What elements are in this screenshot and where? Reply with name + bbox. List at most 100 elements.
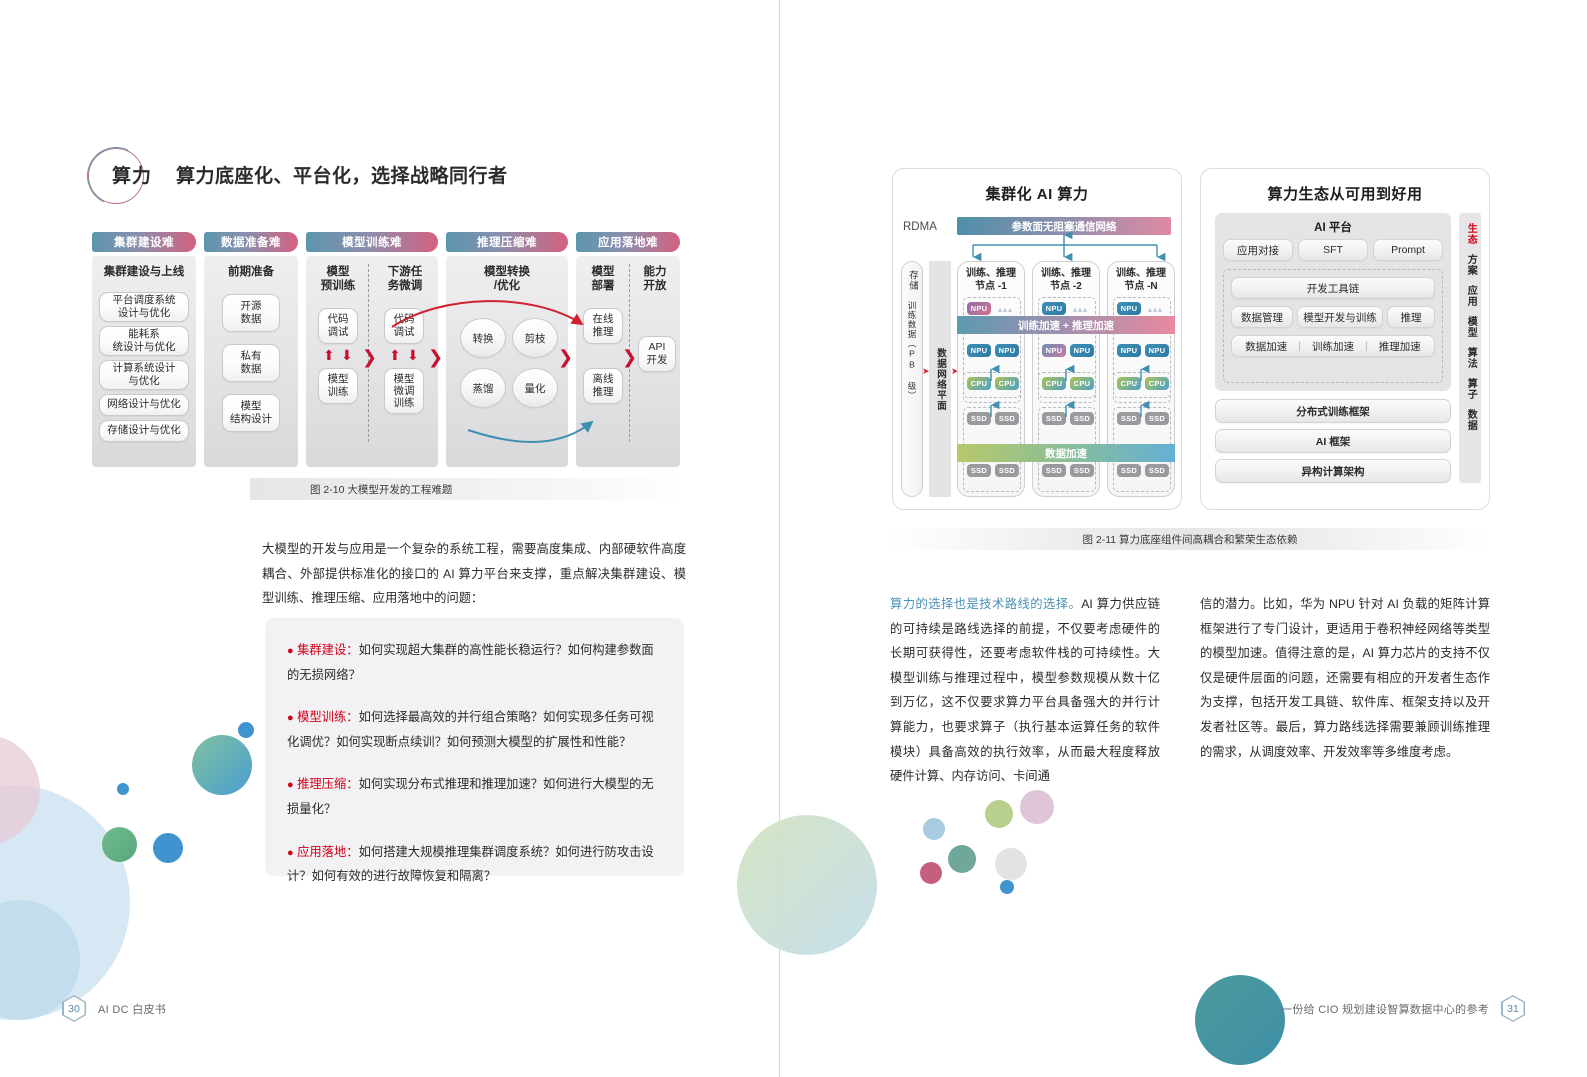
accel-item: 推理加速 [1378, 340, 1421, 353]
column-body: 模型 部署 在线 推理 离线 推理 ❯ 能力 开放 API 开发 [576, 256, 680, 467]
ellipsis-icon: ▴▴▴ [998, 305, 1014, 314]
npu-chip: NPU [995, 344, 1019, 357]
stack-block[interactable]: 分布式训练框架 [1215, 399, 1451, 423]
group-title: 能力 开放 [643, 266, 667, 293]
page-footer-right: 一份给 CIO 规划建设智算数据中心的参考 31 [1281, 995, 1525, 1022]
node-title: 训练、推理 节点 -N [1116, 268, 1166, 292]
training-data-label: 训练数据（PB 级） [907, 301, 917, 401]
npu-chip: NPU [1042, 344, 1066, 357]
list-item: ● 推理压缩：如何实现分布式推理和推理加速？如何进行大模型的无损量化？ [287, 772, 660, 821]
footer-text: AI DC 白皮书 [98, 1003, 167, 1016]
page-number: 31 [1502, 996, 1524, 1021]
group-title: 下游任 务微调 [387, 266, 423, 293]
chapter-header: 算力 算力底座化、平台化，选择战略同行者 [88, 148, 708, 204]
body-paragraph: 大模型的开发与应用是一个复杂的系统工程，需要高度集成、内部硬软件高度耦合、外部提… [262, 542, 686, 606]
chapter-tag: 算力 [112, 166, 153, 187]
stack-block[interactable]: 异构计算架构 [1215, 459, 1451, 483]
figure-item: 转换 [460, 318, 506, 358]
list-item: ● 模型训练：如何选择最高效的并行组合策略？如何实现多任务可视化调优？如何实现断… [287, 705, 660, 754]
ssd-chip: SSD [1117, 412, 1141, 425]
npu-chip: NPU [1042, 302, 1066, 315]
toolchain-item[interactable]: 数据管理 [1231, 306, 1293, 328]
figure-column-inference: 推理压缩难 模型转换/优化 转换 剪枝 蒸馏 量化 ❯ [446, 232, 573, 467]
figure-item: 存储设计与优化 [99, 420, 189, 442]
body-paragraph-left: 算力的选择也是技术路线的选择。AI 算力供应链的可持续是路线选择的前提，不仅要考… [890, 592, 1160, 789]
ellipsis-icon: ▴▴▴ [1148, 305, 1164, 314]
platform-item[interactable]: 应用对接 [1223, 239, 1293, 261]
figure-item: 代码 调试 [318, 308, 358, 344]
storage-column: 存储 训练数据（PB 级） [901, 261, 923, 497]
figure-item: 私有 数据 [222, 344, 280, 382]
npu-chip: NPU [1117, 344, 1141, 357]
stack-block[interactable]: AI 框架 [1215, 429, 1451, 453]
figure-item: 离线 推理 [583, 368, 623, 404]
ssd-chip: SSD [1070, 464, 1094, 477]
column-header: 应用落地难 [576, 232, 680, 252]
panel-title: 算力生态从可用到好用 [1267, 186, 1423, 203]
figure-column-cluster: 集群建设难 集群建设与上线 平台调度系统 设计与优化 能耗系 统设计与优化 计算系统… [92, 232, 196, 467]
ssd-chip: SSD [1117, 464, 1141, 477]
list-item: ● 应用落地：如何搭建大规模推理集群调度系统？如何进行防攻击设计？如何有效的进行… [287, 840, 660, 889]
toolchain-item[interactable]: 推理 [1387, 306, 1435, 328]
group-title: 模型 部署 [591, 266, 615, 293]
data-network-plane-label: 数据网络平面 [935, 347, 946, 411]
npu-chip: NPU [1070, 344, 1094, 357]
cpu-chip: CPU [967, 377, 991, 390]
figure-item: 网络设计与优化 [99, 394, 189, 416]
panel-cluster-ai-compute: 集群化 AI 算力 RDMA 参数面无阻塞通信网络 存储 训练数据（PB 级） … [892, 168, 1182, 510]
ssd-chip: SSD [995, 464, 1019, 477]
figure-column-data: 数据准备难 前期准备 开源 数据 私有 数据 模型 结构设计 [204, 232, 298, 467]
eco-item-data: 数据 [1465, 409, 1477, 431]
arrow-down-icon: ⬇ [407, 347, 419, 363]
column-header: 模型训练难 [306, 232, 438, 252]
figure-caption: 图 2-11 算力底座组件间高耦合和繁荣生态依赖 [890, 528, 1490, 550]
figure-item: 代码 调试 [384, 308, 424, 344]
question-key: 应用落地 [297, 844, 347, 859]
cpu-chip: CPU [1145, 377, 1169, 390]
data-accel-bar: 数据加速 [957, 444, 1175, 462]
storage-label: 存储 [907, 270, 918, 291]
column-header: 推理压缩难 [446, 232, 568, 252]
data-network-plane: 数据网络平面 [929, 261, 951, 497]
npu-chip: NPU [967, 302, 991, 315]
cpu-chip: CPU [1042, 377, 1066, 390]
figure-item: API 开发 [638, 336, 676, 372]
figure-item: 模型 训练 [318, 368, 358, 404]
column-body: 前期准备 开源 数据 私有 数据 模型 结构设计 [204, 256, 298, 467]
eco-item-ecosystem: 生态 [1465, 223, 1477, 245]
column-body: 模型转换/优化 转换 剪枝 蒸馏 量化 ❯ [446, 256, 573, 467]
figure-item: 能耗系 统设计与优化 [99, 326, 189, 356]
platform-item[interactable]: SFT [1298, 239, 1368, 261]
accel-item: 数据加速 [1245, 340, 1288, 353]
eco-item-algorithm: 算法 [1465, 347, 1477, 369]
right-page: 集群化 AI 算力 RDMA 参数面无阻塞通信网络 存储 训练数据（PB 级） … [780, 0, 1587, 1077]
chevron-right-icon: ❯ [362, 347, 378, 367]
figure-2-10: 集群建设难 集群建设与上线 平台调度系统 设计与优化 能耗系 统设计与优化 计算系统… [92, 232, 680, 467]
node-title: 训练、推理 节点 -1 [966, 268, 1016, 292]
platform-item[interactable]: Prompt [1373, 239, 1443, 261]
panel-compute-ecosystem: 算力生态从可用到好用 AI 平台 应用对接 SFT Prompt 开发工具链 数… [1200, 168, 1490, 510]
toolchain-block[interactable]: 开发工具链 [1231, 277, 1435, 299]
chevron-right-icon: ❯ [622, 347, 638, 367]
toolchain-item[interactable]: 模型开发与训练 [1297, 306, 1383, 328]
eco-item-solution: 方案 [1465, 254, 1477, 276]
panel-title: 集群化 AI 算力 [985, 186, 1089, 203]
footer-text: 一份给 CIO 规划建设智算数据中心的参考 [1281, 1003, 1489, 1016]
accel-item: 训练加速 [1312, 340, 1354, 353]
figure-item: 平台调度系统 设计与优化 [99, 292, 189, 322]
body-text: AI 算力供应链的可持续是路线选择的前提，不仅要考虑硬件的长期可获得性，还要考虑… [890, 597, 1160, 784]
left-page: 算力 算力底座化、平台化，选择战略同行者 集群建设难 集群建设与上线 平台调度系… [0, 0, 779, 1077]
cpu-chip: CPU [1070, 377, 1094, 390]
ai-platform-title: AI 平台 [1314, 222, 1352, 234]
npu-chip: NPU [1145, 344, 1169, 357]
column-header: 集群建设难 [92, 232, 196, 252]
question-key: 推理压缩 [297, 777, 347, 792]
ssd-chip: SSD [995, 412, 1019, 425]
figure-caption: 图 2-10 大模型开发的工程难题 [250, 478, 684, 500]
column-body: 模型 预训练 代码 调试 ⬆ ⬇ 模型 训练 ❯ 下游任 务微调 代码 调试 ⬆ ⬇ 模型… [306, 256, 443, 467]
list-item: ● 集群建设：如何实现超大集群的高性能长稳运行？如何构建参数面的无损网络？ [287, 638, 660, 687]
figure-item: 模型 微调 训练 [384, 368, 424, 414]
npu-chip: NPU [1117, 302, 1141, 315]
ecosystem-sidebar: 生态 方案 应用 模型 算法 算子 数据 [1459, 213, 1481, 483]
bullet-icon: ● [287, 779, 294, 792]
